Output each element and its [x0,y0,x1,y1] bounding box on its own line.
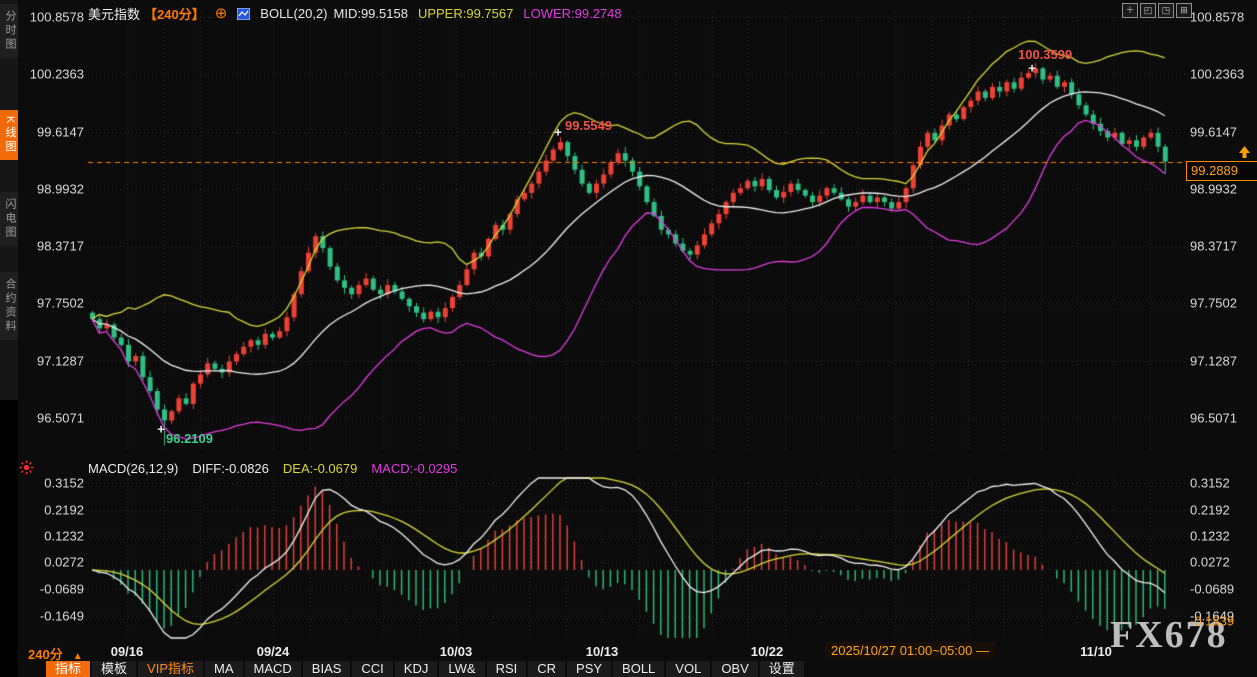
ma-item[interactable]: MA [205,661,243,677]
boll-label: BOLL(20,2) [260,6,328,21]
kdj-item[interactable]: KDJ [394,661,438,677]
obv-item[interactable]: OBV [712,661,758,677]
high-label-1-cross-marker: + [554,124,562,140]
date-tick-09-16: 09/16 [110,644,144,659]
left-tab-strip: 分时图 K线图 闪电图 合约资料 [0,0,18,677]
macd-current-value-badge: -0.1839 [1190,613,1235,629]
macd-axis-label-right: 0.0272 [1190,554,1230,570]
crosshair-button[interactable]: ＋ [1122,3,1138,18]
price-axis-label-right: 100.8578 [1190,9,1245,25]
lwr-item[interactable]: LW& [439,661,485,677]
price-axis-label-right: 97.1287 [1190,353,1237,369]
sidebar-item-timeshare-chart[interactable]: 分时图 [0,4,18,58]
macd-title: MACD(26,12,9) [88,461,179,476]
date-tick-10-03: 10/03 [439,644,473,659]
selected-period-badge: 2025/10/27 01:00~05:00 — [825,642,995,659]
symbol-name: 美元指数 [88,7,141,22]
sidebar-item-lightning-chart[interactable]: 闪电图 [0,192,18,246]
low-label: 96.2109 [166,431,213,446]
vol-item[interactable]: VOL [666,661,711,677]
date-tick-11-10: 11/10 [1080,644,1112,659]
sidebar-item-kline-chart[interactable]: K线图 [0,110,18,161]
macd-axis-label-right: -0.0689 [1190,581,1235,597]
zoom-out-button[interactable]: ◰ [1140,3,1156,18]
low-label-cross-marker: + [157,421,165,437]
export-button[interactable]: ⊞ [1176,3,1192,18]
macd-diff-value: DIFF:-0.0826 [192,461,269,476]
date-tick-10-22: 10/22 [750,644,784,659]
price-chart-canvas[interactable] [0,0,1257,677]
macd-dea-value: DEA:-0.0679 [282,461,358,476]
macd-item[interactable]: MACD [244,661,301,677]
period-label: 【240分】 [144,7,205,22]
bias-item[interactable]: BIAS [302,661,351,677]
price-alert-arrow-icon[interactable] [1238,146,1251,164]
macd-header: MACD(26,12,9) DIFF:-0.0826 DEA:-0.0679 M… [88,461,457,476]
macd-axis-label-right: 0.2192 [1190,502,1230,517]
cci-item[interactable]: CCI [352,661,393,677]
price-axis-label-right: 98.3717 [1190,238,1237,254]
template-tab[interactable]: 模板 [92,661,137,677]
indicator-toolbar: 指标 模板 VIP指标 MA MACD BIAS CCI KDJ LW& RSI CR PSY BOLL… [46,661,804,677]
boll-lower-value: LOWER:99.2748 [523,6,622,21]
high-label-1: 99.5549 [565,118,612,133]
macd-macd-value: MACD:-0.0295 [371,461,458,476]
price-axis-label-right: 99.6147 [1190,124,1237,140]
rsi-item[interactable]: RSI [486,661,527,677]
indicator-tab[interactable]: 指标 [46,661,91,677]
psy-item[interactable]: PSY [567,661,612,677]
chart-header: 美元指数 【240分】 ⊕ BOLL(20,2) MID:99.5158 UPPE… [88,4,622,23]
settings-item[interactable]: 设置 [759,661,804,677]
sidebar-item-contract-info[interactable]: 合约资料 [0,272,18,340]
cr-item[interactable]: CR [528,661,566,677]
date-tick-09-24: 09/24 [256,644,290,659]
high-label-2-cross-marker: + [1028,60,1036,76]
chart-window: 分时图 K线图 闪电图 合约资料 美元指数 【240分】 ⊕ BOLL(20,2)… [0,0,1257,677]
zoom-in-button[interactable]: ◳ [1158,3,1174,18]
chart-type-icon[interactable] [236,7,251,20]
price-axis-label-right: 98.9932 [1190,181,1237,197]
price-axis-label-right: 96.5071 [1190,410,1237,426]
add-indicator-icon[interactable]: ⊕ [215,6,228,21]
price-axis-label-right: 97.7502 [1190,295,1237,311]
interval-text: 240分 [28,647,63,662]
alarm-sun-icon[interactable] [19,460,34,480]
boll-mid-value: MID:99.5158 [333,6,408,21]
boll-upper-value: UPPER:99.7567 [417,6,514,21]
boll-item[interactable]: BOLL [613,661,665,677]
date-tick-10-13: 10/13 [585,644,619,659]
current-price-badge: 99.2889 [1186,161,1257,181]
price-axis-label-right: 100.2363 [1190,66,1245,82]
high-label-2: 100.3599 [1018,47,1073,62]
vip-indicator-item[interactable]: VIP指标 [138,661,203,677]
chart-control-buttons: ＋ ◰ ◳ ⊞ [1122,3,1192,18]
macd-axis-label-right: 0.3152 [1190,475,1230,491]
macd-axis-label-right: 0.1232 [1190,528,1230,544]
